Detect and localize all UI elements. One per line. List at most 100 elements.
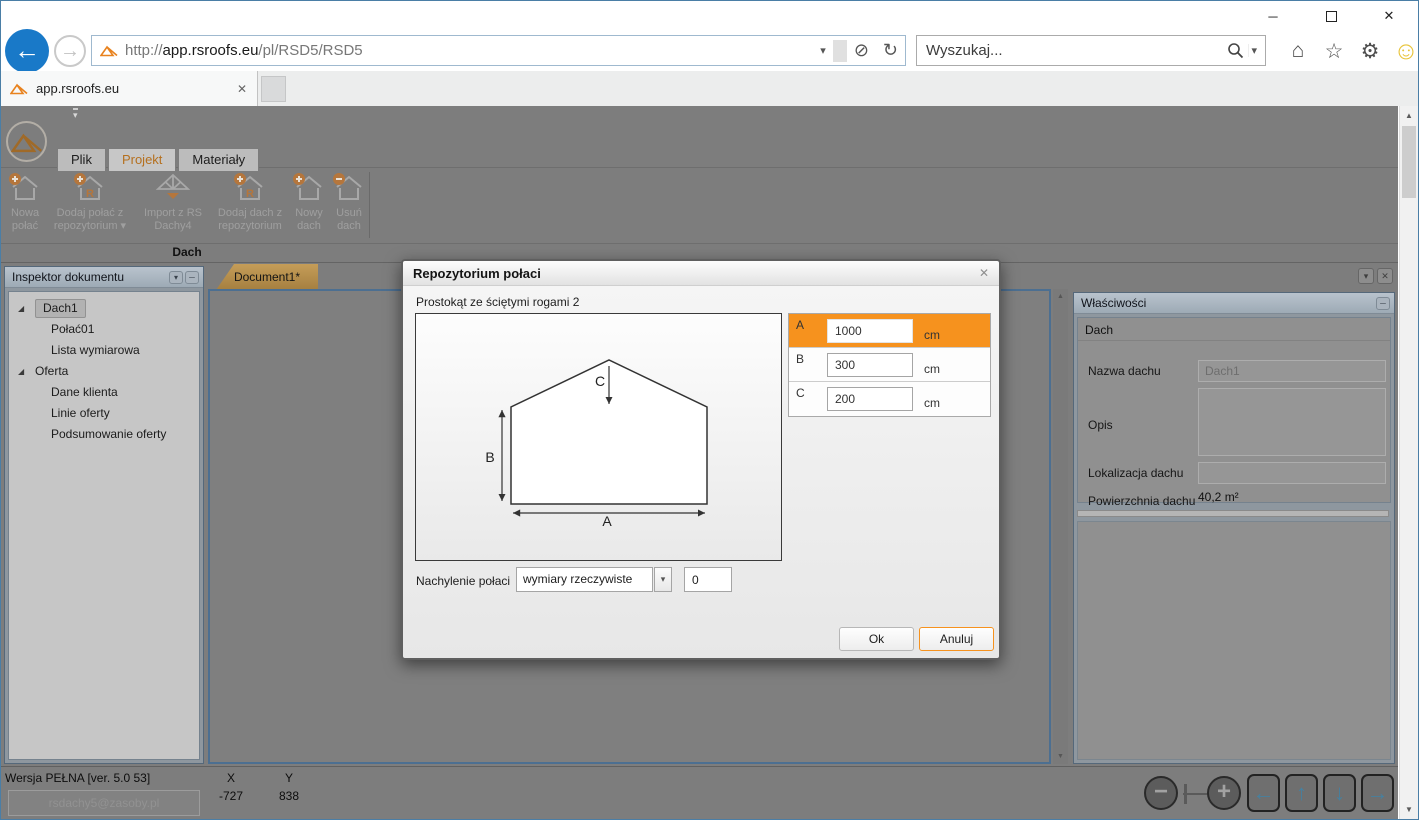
search-icon[interactable] (1227, 42, 1244, 59)
canvas-scrollbar[interactable]: ▲ ▼ (1053, 289, 1068, 764)
tree-item-lista-wymiarowa[interactable]: Lista wymiarowa (9, 340, 199, 361)
document-tab[interactable]: Document1* (216, 264, 318, 290)
properties-panel-title: Właściwości (1081, 296, 1146, 310)
tree-item-dach1[interactable]: ◢ Dach1 (9, 298, 199, 319)
inspector-panel-title: Inspektor dokumentu (12, 270, 124, 284)
close-button[interactable]: ✕ (1360, 1, 1418, 31)
search-box[interactable]: ▾ (916, 35, 1266, 66)
panel-menu-icon[interactable]: ▾ (169, 271, 183, 284)
import-rsdachy4-button[interactable]: Import z RSDachy4 (137, 172, 209, 244)
scrollbar-thumb[interactable] (1402, 126, 1416, 198)
pan-left-icon: ← (1253, 780, 1275, 805)
tab-projekt[interactable]: Projekt (108, 148, 176, 171)
dialog-close-icon[interactable]: ✕ (979, 266, 989, 280)
ribbon-collapse-icon[interactable]: ▾ (73, 108, 78, 120)
address-bar[interactable]: http://app.rsroofs.eu/pl/RSD5/RSD5 ▾ ⊘ ↻ (91, 35, 906, 66)
search-dropdown-icon[interactable]: ▾ (1248, 44, 1265, 57)
roof-name-input[interactable] (1198, 360, 1386, 382)
pan-down-icon: ↓ (1334, 780, 1345, 805)
stop-icon[interactable]: ⊘ (847, 40, 876, 61)
add-slope-from-repository-button[interactable]: R Dodaj połać zrepozytorium ▾ (45, 172, 135, 244)
pan-down-button[interactable]: ↓ (1323, 774, 1356, 812)
slope-value-input[interactable] (684, 567, 732, 592)
back-button[interactable]: ← (5, 29, 49, 73)
page-scrollbar[interactable]: ▲ ▼ (1399, 106, 1418, 819)
scroll-up-icon[interactable]: ▲ (1053, 293, 1068, 300)
description-input[interactable] (1198, 388, 1386, 456)
ok-button[interactable]: Ok (839, 627, 914, 651)
inspector-panel-header: Inspektor dokumentu ▾ ─ (5, 267, 203, 288)
ribbon-group-label: Dach (1, 245, 373, 259)
tree-item-polac01[interactable]: Połać01 (9, 319, 199, 340)
zoom-out-button[interactable]: − (1144, 776, 1178, 810)
zoom-slider-track[interactable] (1183, 793, 1209, 795)
expander-icon[interactable]: ◢ (18, 298, 24, 319)
forward-icon: → (60, 40, 80, 62)
roof-name-label: Nazwa dachu (1088, 364, 1161, 378)
search-input[interactable] (917, 42, 1227, 59)
cursor-y-coordinate: Y838 (259, 771, 319, 803)
account-label: rsdachy5@zasoby.pl (8, 790, 200, 816)
settings-icon[interactable]: ⚙ (1355, 39, 1385, 64)
param-b-input[interactable] (827, 353, 913, 377)
parameter-table: A cm B cm C cm (788, 313, 991, 417)
tab-plik[interactable]: Plik (57, 148, 106, 171)
dim-b-label: B (485, 449, 494, 465)
expander-icon[interactable]: ◢ (18, 361, 24, 382)
delete-roof-button[interactable]: Usuńdach (329, 172, 369, 244)
refresh-icon[interactable]: ↻ (876, 40, 905, 61)
pan-right-icon: → (1367, 780, 1389, 805)
dim-c-label: C (595, 373, 605, 389)
tree-item-podsumowanie-oferty[interactable]: Podsumowanie oferty (9, 424, 199, 445)
new-slope-button[interactable]: Nowapołać (5, 172, 45, 244)
pan-right-button[interactable]: → (1361, 774, 1394, 812)
site-favicon (100, 44, 118, 57)
area-label: Powierzchnia dachu (1088, 494, 1195, 508)
document-tree: ◢ Dach1 Połać01 Lista wymiarowa ◢ Oferta (9, 292, 199, 445)
tree-item-dane-klienta[interactable]: Dane klienta (9, 382, 199, 403)
param-c-input[interactable] (827, 387, 913, 411)
cancel-button[interactable]: Anuluj (919, 627, 994, 651)
properties-lower-pane (1077, 521, 1391, 760)
dropdown-caret-icon: ▾ (121, 220, 127, 232)
app-logo[interactable] (6, 121, 47, 162)
pan-up-button[interactable]: ↑ (1285, 774, 1318, 812)
panel-minimize-icon[interactable]: ─ (185, 271, 199, 284)
pan-left-button[interactable]: ← (1247, 774, 1280, 812)
url-dropdown-icon[interactable]: ▾ (813, 44, 833, 57)
favorites-icon[interactable]: ☆ (1319, 39, 1349, 64)
mdi-close-icon[interactable]: ✕ (1377, 268, 1393, 284)
scroll-down-icon[interactable]: ▼ (1053, 753, 1068, 760)
maximize-icon (1326, 11, 1337, 22)
tab-title: app.rsroofs.eu (36, 81, 119, 96)
param-a-input[interactable] (827, 319, 913, 343)
minimize-button[interactable]: ─ (1244, 1, 1302, 31)
back-icon: ← (14, 35, 40, 65)
shape-preview: A B C (415, 313, 782, 561)
feedback-smiley-icon[interactable]: ☺ (1391, 37, 1419, 66)
slope-mode-select[interactable]: wymiary rzeczywiste (516, 567, 653, 592)
slope-mode-dropdown-icon[interactable]: ▾ (654, 567, 672, 592)
forward-button[interactable]: → (54, 35, 86, 67)
panel-minimize-icon[interactable]: ─ (1376, 297, 1390, 310)
new-roof-button[interactable]: Nowydach (289, 172, 329, 244)
new-tab-button[interactable] (261, 76, 286, 102)
param-b-label: B (796, 352, 804, 366)
tree-item-linie-oferty[interactable]: Linie oferty (9, 403, 199, 424)
panel-splitter[interactable] (1077, 510, 1389, 517)
home-icon[interactable]: ⌂ (1283, 39, 1313, 63)
maximize-button[interactable] (1302, 1, 1360, 31)
tree-item-oferta[interactable]: ◢ Oferta (9, 361, 199, 382)
browser-tab[interactable]: app.rsroofs.eu ✕ (1, 71, 258, 106)
mdi-list-icon[interactable]: ▾ (1358, 268, 1374, 284)
tab-close-icon[interactable]: ✕ (237, 82, 247, 96)
scroll-down-icon[interactable]: ▼ (1400, 805, 1418, 814)
scroll-up-icon[interactable]: ▲ (1400, 111, 1418, 120)
tab-materialy[interactable]: Materiały (178, 148, 259, 171)
add-roof-from-repository-button[interactable]: R Dodaj dach zrepozytorium (211, 172, 289, 244)
dialog-titlebar[interactable]: Repozytorium połaci ✕ (403, 261, 999, 286)
location-input[interactable] (1198, 462, 1386, 484)
close-icon: ✕ (1384, 8, 1395, 24)
divider (833, 40, 847, 62)
zoom-in-button[interactable]: + (1207, 776, 1241, 810)
